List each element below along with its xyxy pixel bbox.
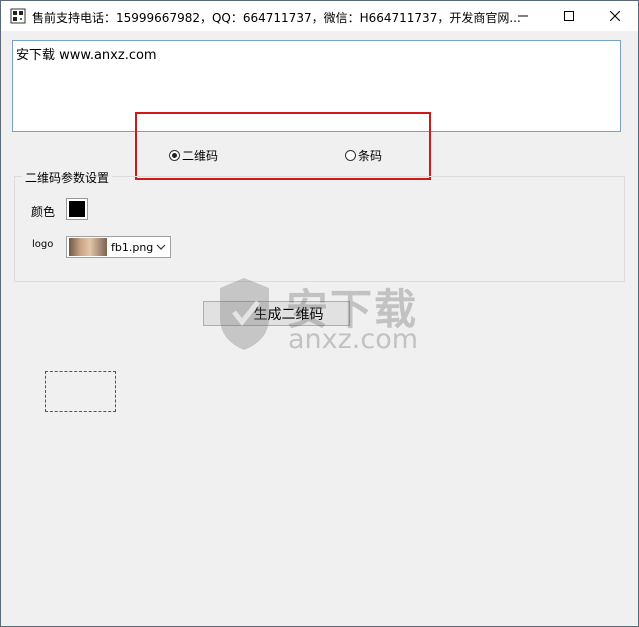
radio-qrcode[interactable]: 二维码 bbox=[169, 147, 218, 164]
title-bar[interactable]: 售前支持电话：15999667982，QQ：664711737，微信：H6647… bbox=[1, 1, 638, 31]
color-swatch-button[interactable] bbox=[66, 198, 88, 220]
content-textbox[interactable]: 安下载 www.anxz.com bbox=[12, 40, 621, 132]
logo-selected-value: fb1.png bbox=[111, 240, 154, 254]
logo-dropdown[interactable]: fb1.png bbox=[66, 236, 171, 258]
radio-unselected-icon bbox=[345, 150, 356, 161]
close-button[interactable] bbox=[592, 1, 638, 31]
qrcode-preview-area bbox=[45, 371, 116, 412]
app-window: 售前支持电话：15999667982，QQ：664711737，微信：H6647… bbox=[0, 0, 639, 627]
close-icon bbox=[610, 11, 620, 21]
watermark-domain: anxz.com bbox=[288, 324, 419, 355]
radio-barcode-label: 条码 bbox=[358, 149, 383, 163]
qr-settings-title: 二维码参数设置 bbox=[22, 169, 113, 186]
minimize-icon bbox=[518, 15, 528, 17]
maximize-icon bbox=[564, 11, 574, 21]
minimize-button[interactable] bbox=[500, 1, 546, 31]
logo-label: logo bbox=[32, 239, 54, 250]
app-icon bbox=[10, 8, 26, 24]
radio-barcode[interactable]: 条码 bbox=[345, 147, 382, 164]
radio-selected-icon bbox=[169, 150, 180, 161]
maximize-button[interactable] bbox=[546, 1, 592, 31]
generate-qrcode-button[interactable]: 生成二维码 bbox=[203, 301, 350, 326]
color-label: 颜色 bbox=[31, 205, 56, 219]
logo-thumbnail bbox=[69, 238, 107, 256]
window-title: 售前支持电话：15999667982，QQ：664711737，微信：H6647… bbox=[32, 11, 521, 25]
qr-settings-group bbox=[14, 176, 625, 282]
radio-qrcode-label: 二维码 bbox=[182, 149, 219, 163]
chevron-down-icon bbox=[156, 244, 166, 250]
